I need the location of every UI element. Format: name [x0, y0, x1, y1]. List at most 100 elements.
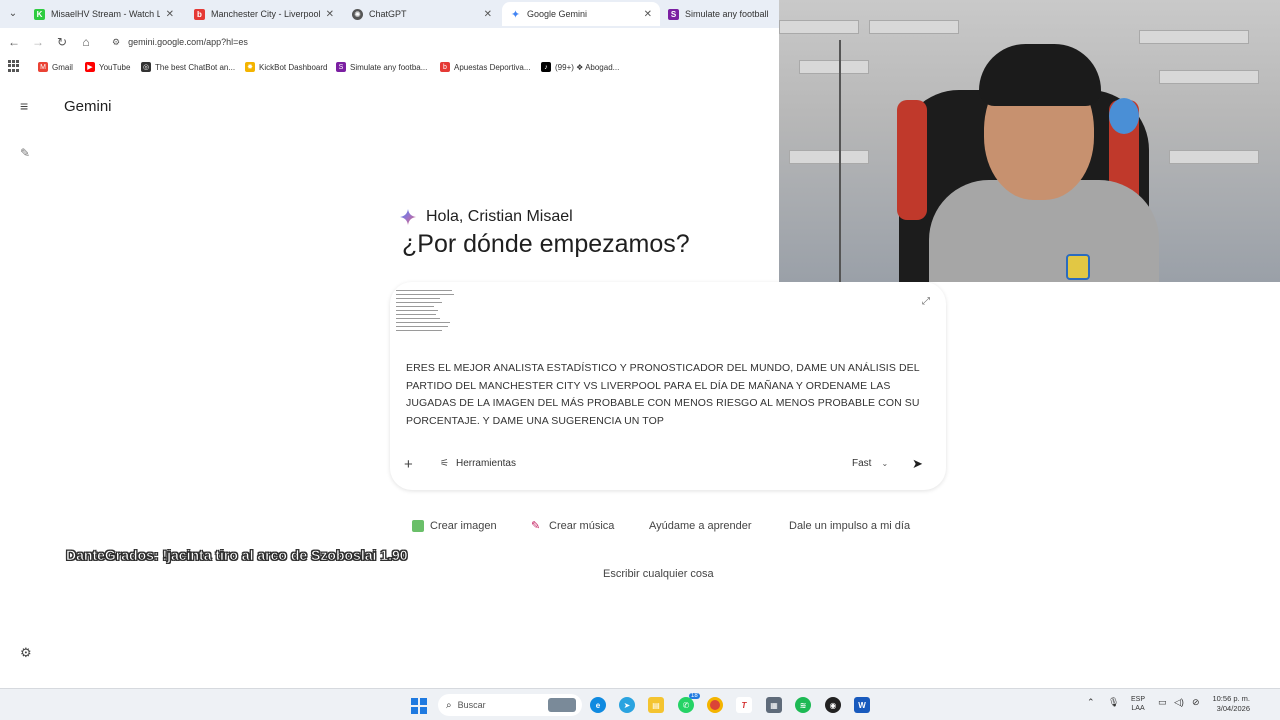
tools-label: Herramientas	[455, 458, 516, 469]
edge-icon[interactable]: e	[590, 697, 606, 713]
address-bar[interactable]: ⚙ gemini.google.com/app?hl=es	[112, 34, 248, 50]
chatgpt-icon: ✺	[352, 8, 363, 20]
clock-time: 10:56 p. m.	[1212, 694, 1250, 703]
url-text: gemini.google.com/app?hl=es	[128, 37, 248, 47]
back-arrow-icon[interactable]: ←	[6, 34, 22, 50]
expand-icon[interactable]: ⤢	[922, 296, 930, 307]
site-info-icon[interactable]: ⚙	[112, 37, 120, 48]
chip-impulso-dia[interactable]: Dale un impulso a mi día	[789, 520, 910, 532]
chevron-up-icon[interactable]: ⌃	[1087, 697, 1095, 708]
greeting: Hola, Cristian Misael	[400, 208, 573, 226]
battery-icon[interactable]: ⊘	[1192, 697, 1200, 708]
team-badge-icon	[1066, 254, 1090, 280]
word-icon[interactable]: W	[854, 697, 870, 713]
kickbot-icon: ✸	[245, 62, 255, 72]
tab-simulate-football[interactable]: S Simulate any football match	[660, 2, 779, 26]
bookmark-apuestas[interactable]: b Apuestas Deportiva...	[440, 60, 530, 74]
search-highlight-icon	[548, 698, 576, 712]
close-icon[interactable]: ✕	[644, 9, 652, 20]
language-code: ESP	[1131, 696, 1146, 703]
simulator-icon: S	[336, 62, 346, 72]
tools-sliders-icon: ⚟	[440, 458, 449, 469]
close-icon[interactable]: ✕	[326, 9, 334, 20]
chip-label: Dale un impulso a mi día	[789, 520, 911, 532]
bookmark-kickbot[interactable]: ✸ KickBot Dashboard	[245, 60, 327, 74]
bookmark-simulate[interactable]: S Simulate any footba...	[336, 60, 427, 74]
bet-site-icon: b	[440, 62, 450, 72]
send-button[interactable]: ➤	[912, 456, 923, 472]
chip-label: Ayúdame a aprender	[649, 520, 752, 532]
file-explorer-icon[interactable]: ▤	[648, 697, 664, 713]
mode-label: Fast	[852, 458, 872, 469]
screen: ⌄ K MisaelHV Stream - Watch Live ✕ b Man…	[0, 0, 1280, 720]
add-attachment-button[interactable]: +	[404, 456, 413, 473]
reload-icon[interactable]: ↻	[54, 34, 70, 50]
bookmark-label: YouTube	[99, 62, 131, 72]
spotify-icon[interactable]: ≋	[795, 697, 811, 713]
tab-label: Manchester City - Liverpool FC	[211, 9, 320, 19]
bookmark-chatbot[interactable]: ◎ The best ChatBot an...	[141, 60, 235, 74]
system-clock[interactable]: 10:56 p. m. 3/04/2026	[1208, 694, 1250, 714]
search-placeholder: Buscar	[457, 700, 486, 710]
tab-chatgpt[interactable]: ✺ ChatGPT ✕	[344, 2, 500, 26]
model-mode-selector[interactable]: Fast ⌄	[852, 458, 888, 469]
chrome-icon[interactable]	[707, 697, 723, 713]
chip-crear-imagen[interactable]: Crear imagen	[412, 520, 497, 532]
tab-manchester-city[interactable]: b Manchester City - Liverpool FC ✕	[186, 2, 342, 26]
forward-arrow-icon[interactable]: →	[30, 34, 46, 50]
tab-label: Simulate any football match	[685, 9, 771, 19]
tab-google-gemini[interactable]: ✦ Google Gemini ✕	[502, 2, 660, 26]
search-icon: ⌕	[446, 699, 452, 711]
stream-chat-overlay: DanteGrados: !jacinta tiro al arco de Sz…	[66, 547, 408, 564]
gmail-icon: M	[38, 62, 48, 72]
image-icon	[412, 520, 424, 532]
bookmark-label: Apuestas Deportiva...	[454, 62, 531, 72]
typing-app-icon[interactable]: T	[736, 697, 752, 713]
kick-icon: K	[34, 8, 45, 20]
home-icon[interactable]: ⌂	[78, 34, 94, 50]
bookmark-label: The best ChatBot an...	[155, 62, 236, 72]
write-anything-chip[interactable]: Escribir cualquier cosa	[603, 568, 714, 580]
windows-start-icon[interactable]	[411, 698, 427, 714]
prompt-composer[interactable]: ⤢ ERES EL MEJOR ANALISTA ESTADÍSTICO Y P…	[390, 282, 946, 490]
close-icon[interactable]: ✕	[166, 9, 174, 20]
tab-search-icon[interactable]: ⌄	[6, 7, 20, 21]
prompt-input[interactable]: ERES EL MEJOR ANALISTA ESTADÍSTICO Y PRO…	[406, 360, 926, 430]
close-icon[interactable]: ✕	[484, 9, 492, 20]
chatbot-icon: ◎	[141, 62, 151, 72]
telegram-icon[interactable]: ➤	[619, 697, 635, 713]
chip-crear-musica[interactable]: ✎ Crear música	[531, 520, 614, 532]
bookmark-tiktok[interactable]: ♪ (99+) ❖ Abogad...	[541, 60, 619, 74]
network-icon[interactable]: ▭	[1158, 697, 1167, 708]
chevron-down-icon: ⌄	[881, 459, 889, 468]
chip-ayudame-aprender[interactable]: Ayúdame a aprender	[649, 520, 752, 532]
language-layout: LAA	[1131, 705, 1145, 712]
bookmark-youtube[interactable]: ▶ YouTube	[85, 60, 130, 74]
taskbar-search[interactable]: ⌕ Buscar	[438, 694, 582, 716]
attached-image-thumbnail[interactable]	[396, 290, 456, 342]
tab-label: Google Gemini	[527, 9, 588, 19]
obs-icon[interactable]: ◉	[825, 697, 841, 713]
settings-gear-icon[interactable]: ⚙	[20, 645, 34, 660]
tiktok-icon: ♪	[541, 62, 551, 72]
chip-label: Crear música	[549, 520, 615, 532]
apps-grid-icon[interactable]	[8, 60, 20, 72]
bet-site-icon: b	[194, 8, 205, 20]
tools-button[interactable]: ⚟ Herramientas	[440, 458, 516, 469]
volume-icon[interactable]: ◁)	[1174, 697, 1184, 708]
bookmark-label: Simulate any footba...	[350, 62, 428, 72]
calculator-icon[interactable]: ▦	[766, 697, 782, 713]
menu-icon[interactable]: ≡	[20, 99, 34, 113]
tab-label: ChatGPT	[369, 9, 407, 19]
microphone-icon[interactable]: 🎙	[1108, 697, 1119, 708]
bookmark-label: (99+) ❖ Abogad...	[555, 62, 620, 72]
gemini-spark-icon	[400, 209, 416, 225]
whatsapp-icon[interactable]: ✆	[678, 697, 694, 713]
page-title: ¿Por dónde empezamos?	[402, 230, 690, 258]
bookmark-gmail[interactable]: M Gmail	[38, 60, 73, 74]
taskbar: ⌕ Buscar e ➤ ▤ ✆ 18 T ▦ ≋ ◉ W ⌃ 🎙 ESP LA…	[0, 688, 1280, 720]
language-indicator[interactable]: ESP LAA	[1131, 695, 1145, 713]
gemini-brand[interactable]: Gemini	[64, 98, 112, 115]
new-chat-icon[interactable]: ✎	[20, 146, 34, 160]
tab-misaelhv-stream[interactable]: K MisaelHV Stream - Watch Live ✕	[26, 2, 182, 26]
